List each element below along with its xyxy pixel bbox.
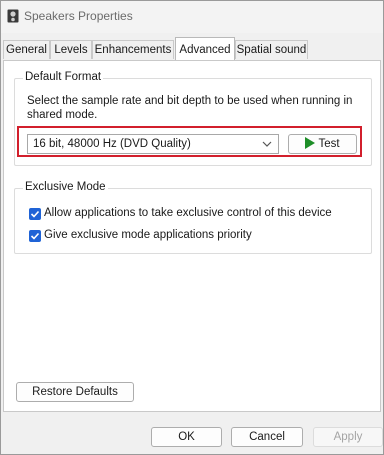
exclusive-priority-label[interactable]: Give exclusive mode applications priorit… — [44, 229, 252, 241]
dialog-window: Speakers Properties General Levels Enhan… — [0, 0, 384, 455]
apply-button[interactable]: Apply — [313, 427, 383, 447]
speaker-app-icon — [7, 9, 19, 23]
selected-format-value: 16 bit, 48000 Hz (DVD Quality) — [33, 138, 191, 150]
checkmark-icon — [30, 232, 40, 240]
restore-defaults-button[interactable]: Restore Defaults — [16, 382, 134, 402]
tab-general[interactable]: General — [3, 40, 50, 59]
chevron-down-icon — [262, 141, 272, 147]
test-button[interactable]: Test — [288, 134, 357, 154]
default-format-description: Select the sample rate and bit depth to … — [27, 95, 353, 121]
tab-levels[interactable]: Levels — [50, 40, 92, 59]
exclusive-mode-legend: Exclusive Mode — [23, 181, 108, 193]
cancel-button[interactable]: Cancel — [231, 427, 303, 447]
play-icon — [305, 137, 316, 149]
checkmark-icon — [30, 210, 40, 218]
test-button-label: Test — [318, 138, 340, 150]
exclusive-priority-checkbox[interactable] — [29, 230, 41, 242]
tab-spatial-sound[interactable]: Spatial sound — [235, 40, 308, 59]
allow-exclusive-checkbox[interactable] — [29, 208, 41, 220]
default-format-legend: Default Format — [23, 71, 104, 83]
title-bar[interactable]: Speakers Properties — [1, 1, 383, 33]
ok-button[interactable]: OK — [151, 427, 222, 447]
window-title: Speakers Properties — [24, 9, 133, 23]
sample-rate-dropdown[interactable]: 16 bit, 48000 Hz (DVD Quality) — [27, 134, 279, 154]
allow-exclusive-label[interactable]: Allow applications to take exclusive con… — [44, 207, 332, 219]
exclusive-mode-group: Exclusive Mode — [14, 181, 372, 254]
tab-advanced[interactable]: Advanced — [175, 37, 235, 60]
tab-enhancements[interactable]: Enhancements — [92, 40, 174, 59]
